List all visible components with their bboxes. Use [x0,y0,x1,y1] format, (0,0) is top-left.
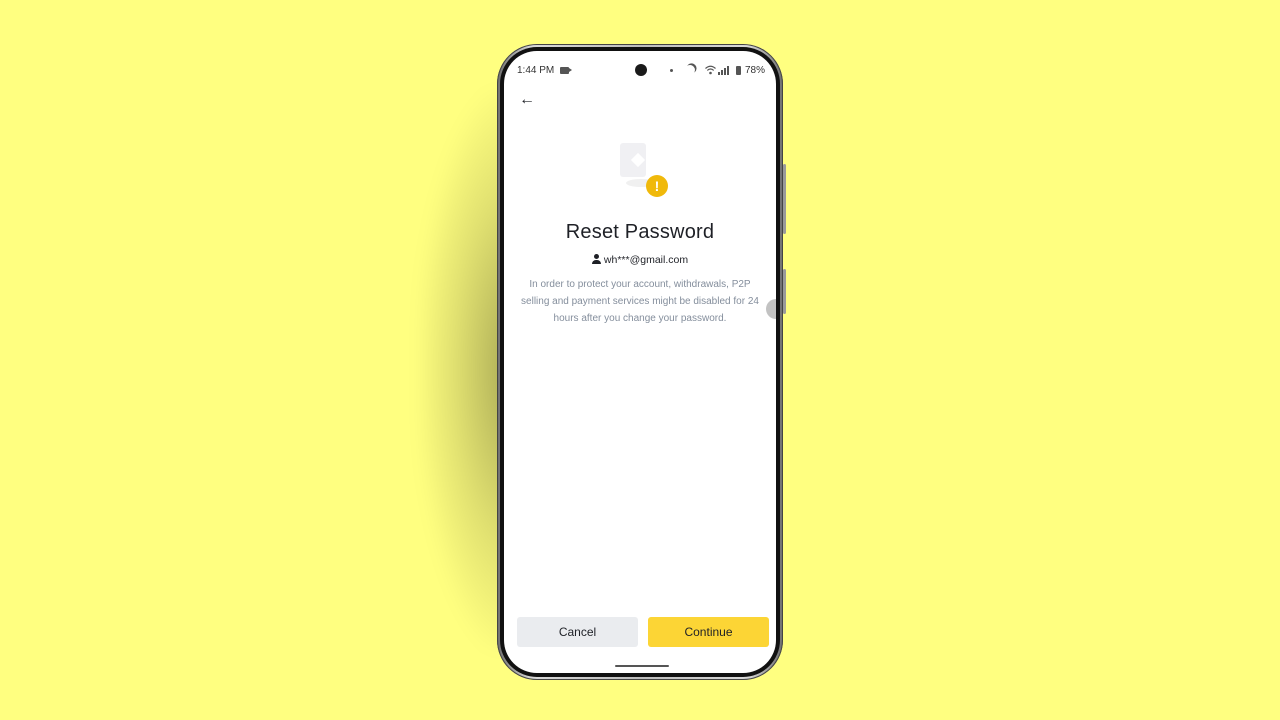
page-title: Reset Password [565,221,715,243]
warning-icon: ! [646,175,668,197]
cancel-button[interactable]: Cancel [517,617,638,647]
battery-level: 78% [745,65,766,76]
screen: 1:44 PM 78% ← ! Reset Password wh***@gma… [504,51,776,673]
continue-button[interactable]: Continue [648,617,769,647]
signal-icon [718,66,732,75]
video-camera-icon [560,67,572,74]
battery-icon [736,66,741,75]
stage: 1:44 PM 78% ← ! Reset Password wh***@gma… [0,0,1280,720]
phone-frame: 1:44 PM 78% ← ! Reset Password wh***@gma… [497,44,786,680]
home-indicator[interactable] [615,665,669,667]
phone-bezel: 1:44 PM 78% ← ! Reset Password wh***@gma… [500,47,780,677]
status-time: 1:44 PM [517,65,555,76]
front-camera [635,64,647,76]
user-icon [591,254,601,264]
power-button [783,269,786,314]
account-line: wh***@gmail.com [504,254,776,266]
account-email: wh***@gmail.com [603,254,689,266]
info-text: In order to protect your account, withdr… [521,279,759,324]
diamond-icon [630,152,646,168]
notification-dot-icon [670,69,673,72]
wifi-icon [705,65,716,78]
moon-icon [684,64,697,77]
back-button[interactable]: ← [516,89,538,111]
status-bar: 1:44 PM 78% [504,61,776,81]
document-icon [620,143,646,177]
reset-password-illustration: ! [616,141,668,199]
floating-assist-handle[interactable] [766,299,776,319]
volume-button [783,164,786,234]
